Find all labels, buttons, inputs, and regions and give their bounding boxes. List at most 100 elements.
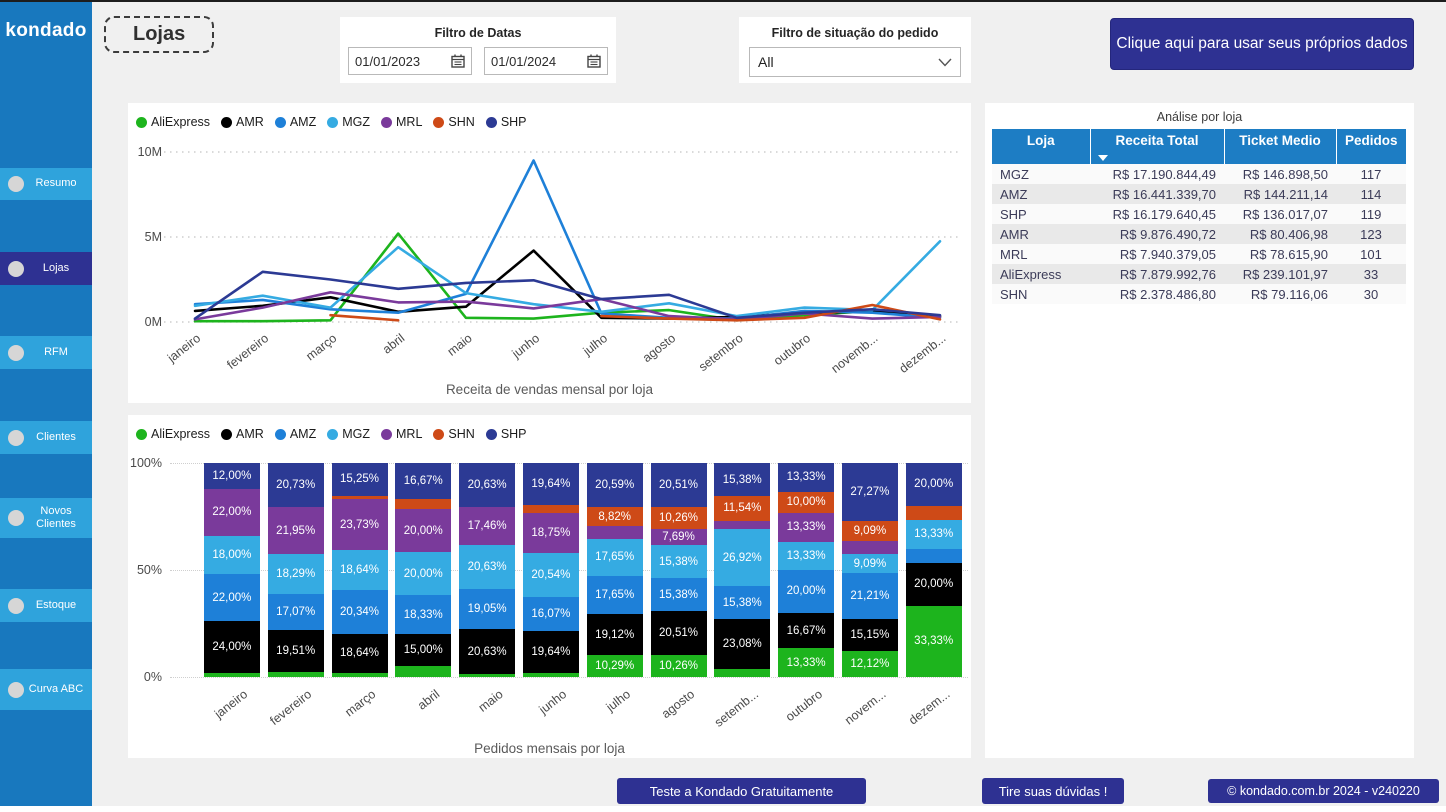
bar-segment-aliexpress[interactable] xyxy=(332,673,388,677)
legend-item-aliexpress[interactable]: AliExpress xyxy=(136,427,210,441)
bar-segment-mgz[interactable]: 13,33% xyxy=(906,520,962,549)
bar-segment-shn[interactable]: 8,82% xyxy=(587,507,643,526)
bar-segment-mgz[interactable]: 18,00% xyxy=(204,536,260,575)
bar-segment-amz[interactable]: 17,65% xyxy=(587,576,643,614)
bar-segment-aliexpress[interactable]: 10,26% xyxy=(651,655,707,677)
bar-segment-shn[interactable] xyxy=(906,506,962,520)
bar-segment-amz[interactable]: 15,38% xyxy=(714,586,770,619)
sidebar-item-rfm[interactable]: RFM xyxy=(0,336,92,369)
bar-segment-amr[interactable]: 15,00% xyxy=(395,634,451,666)
bar-segment-shn[interactable] xyxy=(395,499,451,510)
bar-segment-aliexpress[interactable] xyxy=(395,666,451,677)
bar-segment-amz[interactable]: 22,00% xyxy=(204,574,260,621)
bar-segment-aliexpress[interactable]: 13,33% xyxy=(778,648,834,677)
line-series-shp[interactable] xyxy=(195,272,940,319)
column-header-loja[interactable]: Loja xyxy=(992,129,1090,164)
bar-segment-amr[interactable]: 19,51% xyxy=(268,630,324,672)
bar-segment-aliexpress[interactable] xyxy=(204,673,260,677)
bar-segment-mrl[interactable]: 23,73% xyxy=(332,499,388,550)
bar-segment-amr[interactable]: 16,67% xyxy=(778,613,834,649)
table-row-mgz[interactable]: MGZR$ 17.190.844,49R$ 146.898,50117 xyxy=(992,164,1406,184)
bar-segment-shp[interactable]: 15,38% xyxy=(714,463,770,496)
sidebar-item-novos-clientes[interactable]: Novos Clientes xyxy=(0,498,92,538)
bar-segment-amr[interactable]: 20,63% xyxy=(459,629,515,673)
bar-segment-mrl[interactable] xyxy=(587,526,643,539)
column-header-receita-total[interactable]: Receita Total xyxy=(1090,129,1224,164)
bar-segment-shp[interactable]: 27,27% xyxy=(842,463,898,521)
bar-segment-mrl[interactable]: 17,46% xyxy=(459,507,515,544)
bar-segment-aliexpress[interactable]: 10,29% xyxy=(587,655,643,677)
bar-segment-amr[interactable]: 24,00% xyxy=(204,621,260,672)
sidebar-item-lojas[interactable]: Lojas xyxy=(0,252,92,285)
bar-segment-mrl[interactable]: 21,95% xyxy=(268,507,324,554)
table-row-amz[interactable]: AMZR$ 16.441.339,70R$ 144.211,14114 xyxy=(992,184,1406,204)
table-row-amr[interactable]: AMRR$ 9.876.490,72R$ 80.406,98123 xyxy=(992,224,1406,244)
bar-segment-mrl[interactable]: 20,00% xyxy=(395,509,451,552)
bar-segment-aliexpress[interactable] xyxy=(268,672,324,677)
bar-segment-mgz[interactable]: 26,92% xyxy=(714,529,770,587)
bar-segment-shp[interactable]: 19,64% xyxy=(523,463,579,505)
legend-item-amr[interactable]: AMR xyxy=(221,427,264,441)
sidebar-item-clientes[interactable]: Clientes xyxy=(0,421,92,454)
bar-segment-mgz[interactable]: 20,63% xyxy=(459,545,515,589)
sidebar-item-curva-abc[interactable]: Curva ABC xyxy=(0,669,92,710)
sidebar-item-resumo[interactable]: Resumo xyxy=(0,168,92,200)
bar-segment-shp[interactable]: 20,63% xyxy=(459,463,515,507)
table-row-shn[interactable]: SHNR$ 2.378.486,80R$ 79.116,0630 xyxy=(992,284,1406,304)
bar-segment-shp[interactable]: 13,33% xyxy=(778,463,834,492)
table-row-mrl[interactable]: MRLR$ 7.940.379,05R$ 78.615,90101 xyxy=(992,244,1406,264)
column-header-pedidos[interactable]: Pedidos xyxy=(1336,129,1406,164)
bar-segment-mgz[interactable]: 17,65% xyxy=(587,539,643,577)
bar-segment-mgz[interactable]: 13,33% xyxy=(778,542,834,571)
sidebar-item-estoque[interactable]: Estoque xyxy=(0,589,92,622)
calendar-icon[interactable] xyxy=(451,54,465,68)
legend-item-mgz[interactable]: MGZ xyxy=(327,427,370,441)
bar-segment-shn[interactable]: 10,00% xyxy=(778,492,834,513)
bar-segment-shp[interactable]: 12,00% xyxy=(204,463,260,489)
bar-segment-mrl[interactable]: 18,75% xyxy=(523,513,579,553)
bar-segment-amz[interactable]: 20,34% xyxy=(332,590,388,634)
bar-segment-aliexpress[interactable] xyxy=(459,674,515,677)
sort-desc-arrow-icon[interactable] xyxy=(1098,155,1108,161)
bar-segment-amr[interactable]: 20,51% xyxy=(651,611,707,655)
column-header-ticket-medio[interactable]: Ticket Medio xyxy=(1224,129,1336,164)
bar-segment-amz[interactable]: 21,21% xyxy=(842,573,898,618)
bar-segment-mrl[interactable] xyxy=(842,541,898,554)
bar-segment-shp[interactable]: 20,00% xyxy=(906,463,962,506)
bar-segment-amz[interactable]: 15,38% xyxy=(651,578,707,611)
questions-button[interactable]: Tire suas dúvidas ! xyxy=(982,778,1124,804)
bar-segment-mrl[interactable] xyxy=(714,521,770,529)
bar-segment-amz[interactable]: 16,07% xyxy=(523,597,579,631)
bar-segment-shn[interactable]: 10,26% xyxy=(651,507,707,529)
bar-segment-mgz[interactable]: 18,29% xyxy=(268,554,324,593)
bar-segment-amz[interactable]: 18,33% xyxy=(395,595,451,634)
legend-item-amz[interactable]: AMZ xyxy=(275,427,316,441)
bar-segment-shp[interactable]: 15,25% xyxy=(332,463,388,496)
bar-segment-amr[interactable]: 15,15% xyxy=(842,619,898,651)
legend-item-mrl[interactable]: MRL xyxy=(381,427,422,441)
bar-segment-aliexpress[interactable]: 33,33% xyxy=(906,606,962,677)
line-series-amz[interactable] xyxy=(195,161,940,319)
status-filter-dropdown[interactable]: All xyxy=(749,47,961,77)
bar-segment-shp[interactable]: 20,51% xyxy=(651,463,707,507)
start-date-input[interactable]: 01/01/2023 xyxy=(348,47,472,75)
bar-segment-shn[interactable]: 11,54% xyxy=(714,496,770,521)
bar-segment-mrl[interactable]: 22,00% xyxy=(204,489,260,536)
bar-segment-amz[interactable]: 20,00% xyxy=(778,570,834,613)
bar-segment-amz[interactable]: 19,05% xyxy=(459,589,515,630)
bar-segment-amr[interactable]: 23,08% xyxy=(714,619,770,668)
end-date-input[interactable]: 01/01/2024 xyxy=(484,47,608,75)
bar-segment-mgz[interactable]: 20,00% xyxy=(395,552,451,595)
legend-item-shp[interactable]: SHP xyxy=(486,427,527,441)
bar-segment-aliexpress[interactable] xyxy=(523,673,579,677)
bar-segment-shp[interactable]: 16,67% xyxy=(395,463,451,499)
bar-segment-amr[interactable]: 18,64% xyxy=(332,634,388,674)
calendar-icon[interactable] xyxy=(587,54,601,68)
bar-segment-mgz[interactable]: 18,64% xyxy=(332,550,388,590)
bar-segment-amz[interactable] xyxy=(906,549,962,563)
bar-segment-mrl[interactable]: 7,69% xyxy=(651,529,707,545)
bar-segment-shp[interactable]: 20,73% xyxy=(268,463,324,507)
bar-segment-shn[interactable] xyxy=(523,505,579,513)
table-row-aliexpress[interactable]: AliExpressR$ 7.879.992,76R$ 239.101,9733 xyxy=(992,264,1406,284)
bar-segment-amr[interactable]: 20,00% xyxy=(906,563,962,606)
